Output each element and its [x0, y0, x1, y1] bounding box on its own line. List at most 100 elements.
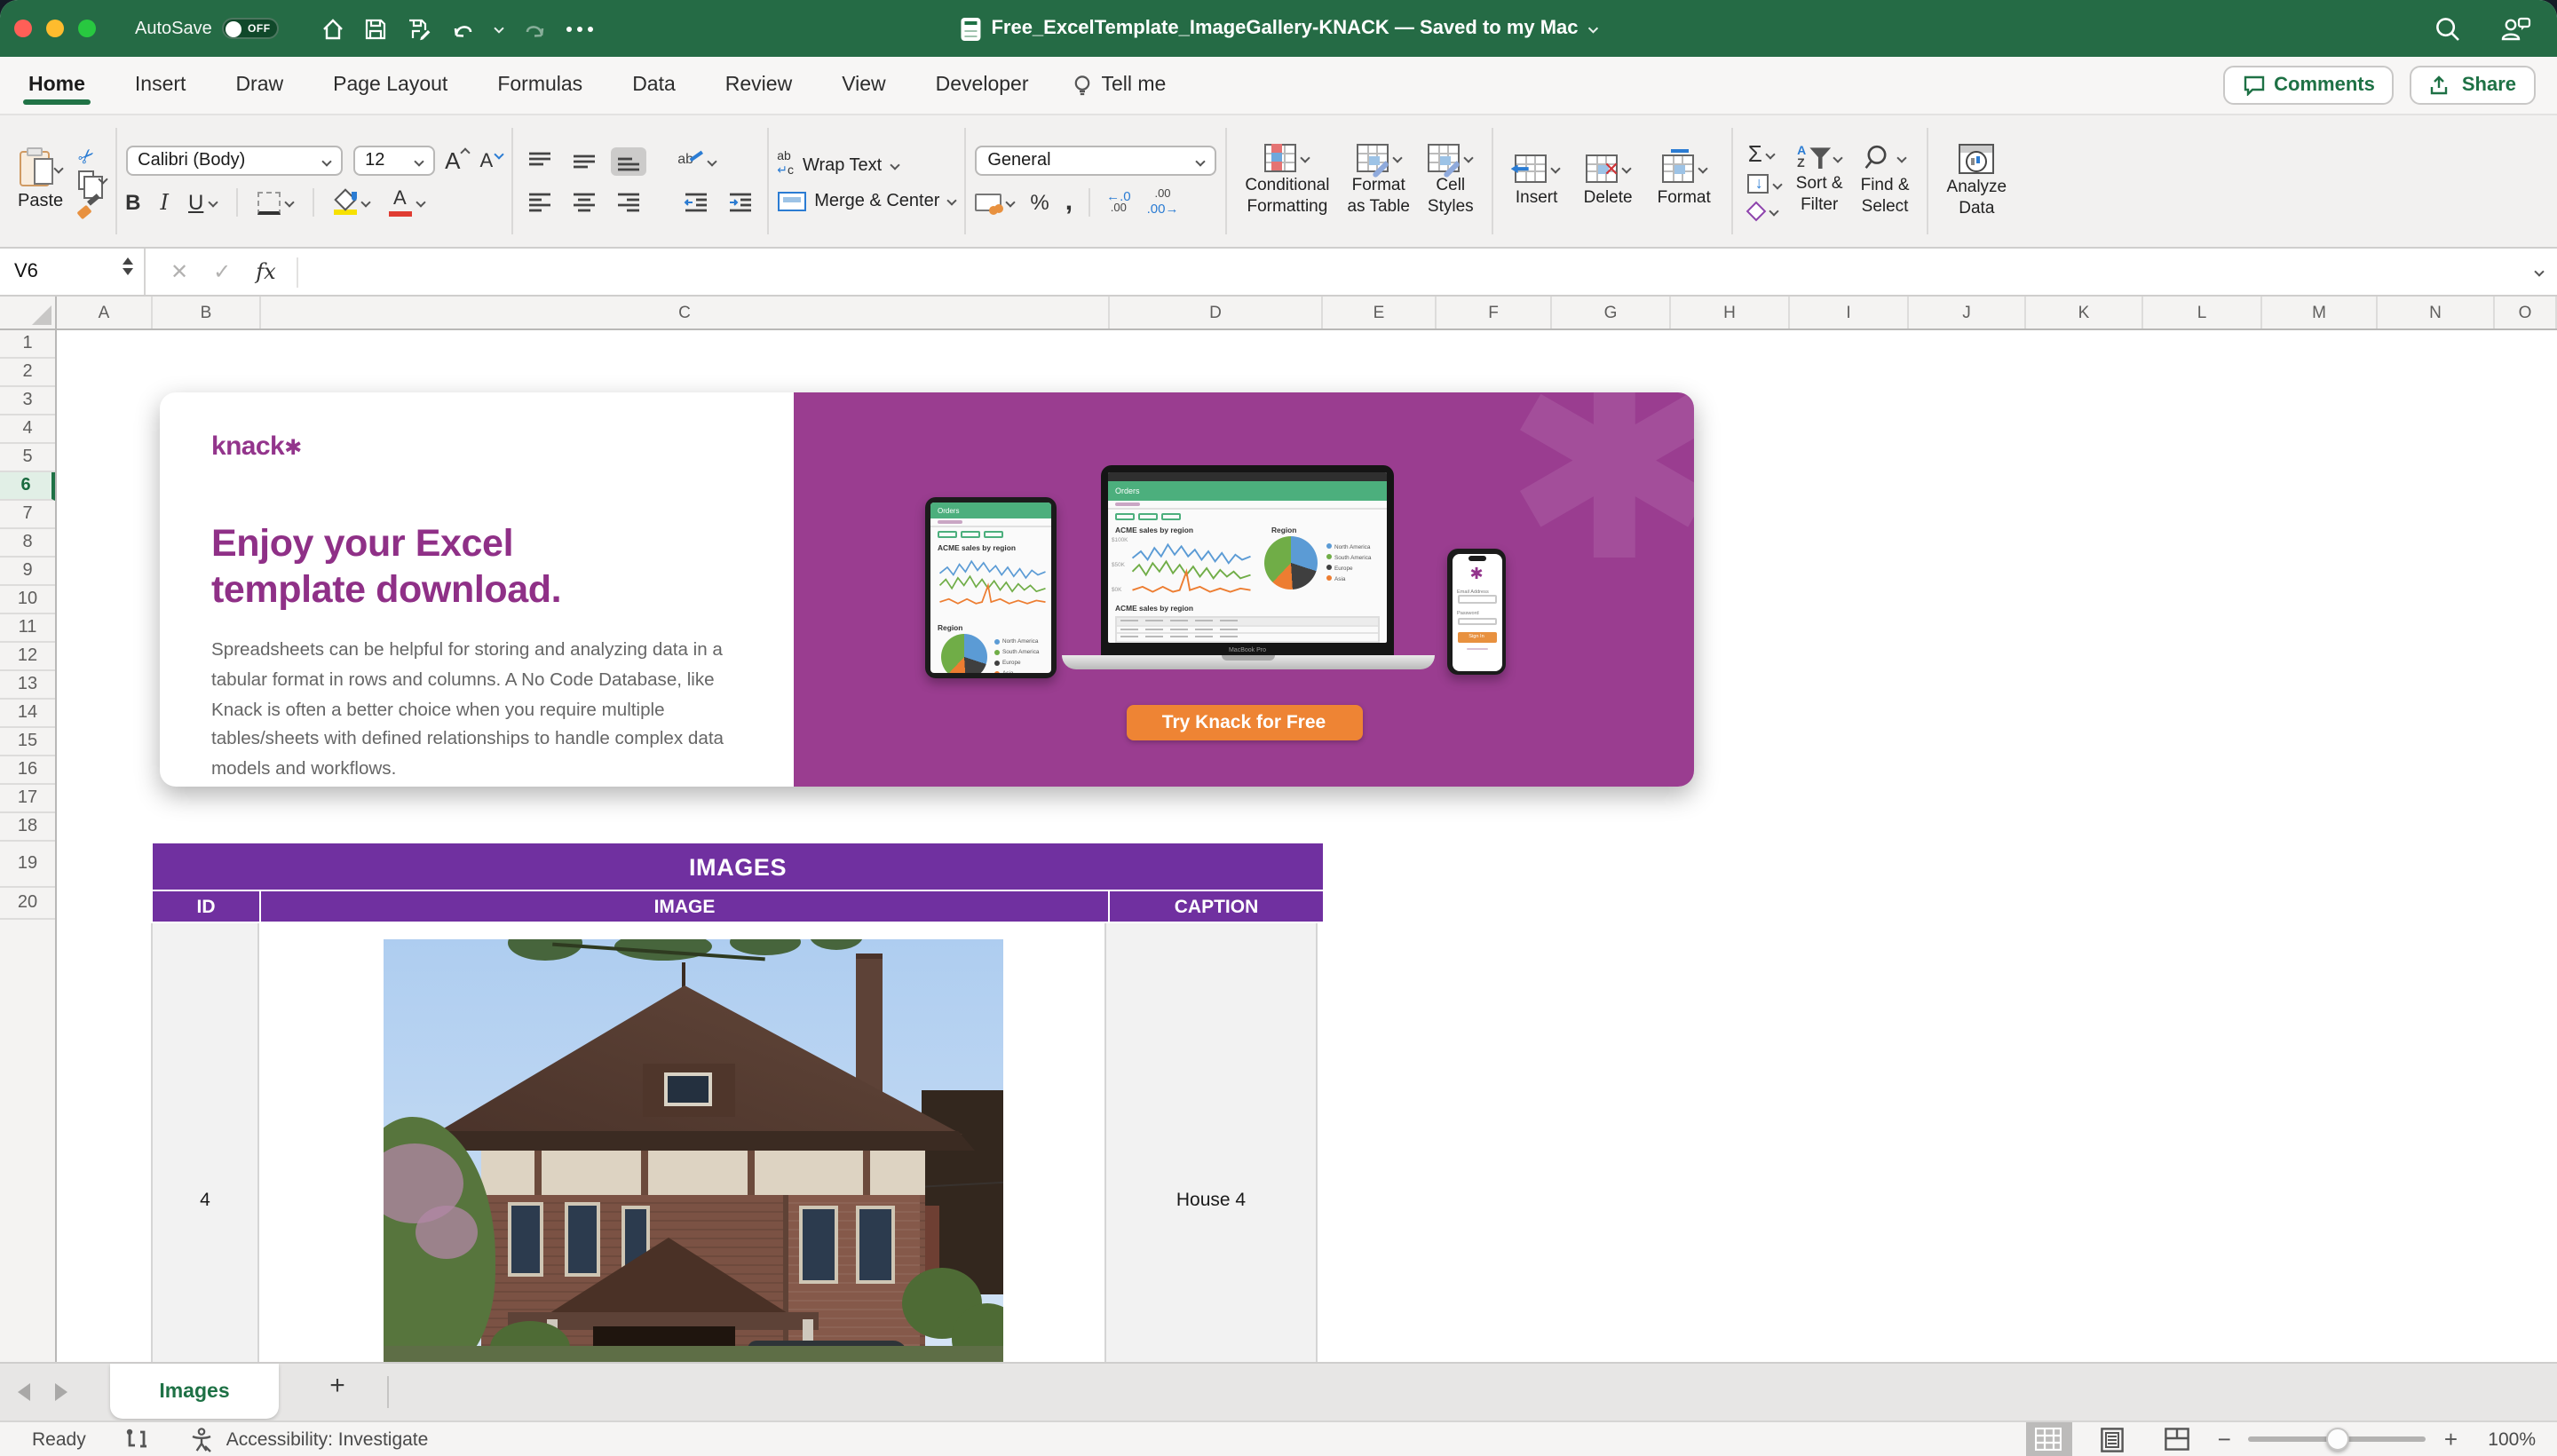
- cell-image[interactable]: [257, 923, 1106, 1362]
- align-left-button[interactable]: [521, 187, 557, 216]
- column-header-g[interactable]: G: [1552, 297, 1671, 328]
- tab-developer[interactable]: Developer: [934, 59, 1031, 112]
- close-window-button[interactable]: [14, 20, 32, 37]
- tab-data[interactable]: Data: [630, 59, 677, 112]
- confirm-entry-icon[interactable]: ✓: [213, 259, 231, 284]
- row-header-17[interactable]: 17: [0, 785, 55, 813]
- format-as-table-button[interactable]: Formatas Table: [1338, 144, 1418, 218]
- fill-color-icon[interactable]: [333, 191, 356, 214]
- zoom-level[interactable]: 100%: [2475, 1428, 2536, 1450]
- copy-icon[interactable]: [77, 170, 93, 189]
- fill-color-chevron[interactable]: [360, 197, 370, 207]
- accessibility-icon[interactable]: [189, 1427, 216, 1452]
- zoom-out-button[interactable]: −: [2218, 1428, 2231, 1451]
- zoom-slider-thumb[interactable]: [2327, 1428, 2350, 1451]
- tab-insert[interactable]: Insert: [133, 59, 188, 112]
- select-all-corner[interactable]: [0, 297, 57, 328]
- column-header-e[interactable]: E: [1323, 297, 1437, 328]
- cell-id[interactable]: 4: [151, 923, 259, 1362]
- search-icon[interactable]: [2434, 15, 2461, 42]
- column-header-a[interactable]: A: [57, 297, 153, 328]
- row-header-2[interactable]: 2: [0, 359, 55, 387]
- format-painter-icon[interactable]: [77, 196, 100, 219]
- column-header-h[interactable]: H: [1671, 297, 1790, 328]
- undo-icon[interactable]: [452, 17, 477, 40]
- increase-font-icon[interactable]: A: [445, 147, 469, 174]
- zoom-in-button[interactable]: +: [2444, 1428, 2458, 1451]
- row-header-11[interactable]: 11: [0, 614, 55, 643]
- share-button[interactable]: Share: [2411, 66, 2536, 105]
- column-header-d[interactable]: D: [1110, 297, 1323, 328]
- tab-view[interactable]: View: [840, 59, 887, 112]
- row-header-9[interactable]: 9: [0, 558, 55, 586]
- find-select-button[interactable]: Find &Select: [1852, 144, 1919, 218]
- column-header-b[interactable]: B: [153, 297, 261, 328]
- row-header-5[interactable]: 5: [0, 444, 55, 472]
- zoom-slider[interactable]: [2249, 1436, 2426, 1442]
- home-icon[interactable]: [322, 17, 345, 40]
- italic-button[interactable]: I: [161, 190, 170, 215]
- row-header-4[interactable]: 4: [0, 415, 55, 444]
- sheet-tab-images[interactable]: Images: [110, 1364, 279, 1419]
- row-header-10[interactable]: 10: [0, 586, 55, 614]
- name-box-stepper[interactable]: [123, 257, 133, 275]
- tab-formulas[interactable]: Formulas: [495, 59, 584, 112]
- clear-button[interactable]: [1748, 202, 1782, 220]
- decrease-indent-icon[interactable]: [677, 187, 713, 216]
- row-header-15[interactable]: 15: [0, 728, 55, 756]
- underline-chevron[interactable]: [208, 197, 218, 207]
- tab-review[interactable]: Review: [724, 59, 794, 112]
- analyze-data-button[interactable]: AnalyzeData: [1938, 143, 2016, 219]
- tab-draw[interactable]: Draw: [234, 59, 285, 112]
- column-header-c[interactable]: C: [261, 297, 1110, 328]
- font-color-icon[interactable]: A: [388, 189, 411, 216]
- align-center-button[interactable]: [566, 187, 601, 216]
- format-cells-button[interactable]: Format: [1645, 154, 1723, 209]
- fill-button[interactable]: [1748, 174, 1782, 194]
- orientation-icon[interactable]: ab: [677, 150, 702, 171]
- borders-chevron[interactable]: [284, 197, 294, 207]
- conditional-formatting-button[interactable]: ConditionalFormatting: [1236, 144, 1338, 218]
- page-break-view-button[interactable]: [2154, 1421, 2200, 1456]
- orientation-chevron[interactable]: [707, 155, 716, 165]
- row-header-18[interactable]: 18: [0, 813, 55, 842]
- borders-icon[interactable]: [257, 191, 280, 214]
- increase-indent-icon[interactable]: [722, 187, 757, 216]
- column-header-k[interactable]: K: [2026, 297, 2143, 328]
- name-box[interactable]: V6: [0, 249, 146, 295]
- font-name-select[interactable]: Calibri (Body): [125, 146, 342, 176]
- minimize-window-button[interactable]: [46, 20, 64, 37]
- save-as-icon[interactable]: [408, 17, 432, 40]
- page-layout-view-button[interactable]: [2090, 1421, 2136, 1456]
- zoom-window-button[interactable]: [78, 20, 96, 37]
- column-header-m[interactable]: M: [2262, 297, 2378, 328]
- delete-cells-button[interactable]: Delete: [1571, 154, 1645, 209]
- row-header-12[interactable]: 12: [0, 643, 55, 671]
- accessibility-status[interactable]: Accessibility: Investigate: [226, 1428, 429, 1450]
- paste-chevron[interactable]: [53, 163, 63, 173]
- column-header-f[interactable]: F: [1437, 297, 1552, 328]
- autosum-button[interactable]: Σ: [1748, 142, 1782, 165]
- comments-button[interactable]: Comments: [2222, 66, 2395, 105]
- font-color-chevron[interactable]: [416, 197, 425, 207]
- column-header-l[interactable]: L: [2143, 297, 2262, 328]
- row-header-3[interactable]: 3: [0, 387, 55, 415]
- align-bottom-button[interactable]: [610, 146, 645, 175]
- number-format-select[interactable]: General: [975, 146, 1216, 176]
- add-sheet-button[interactable]: +: [316, 1371, 359, 1401]
- decrease-font-icon[interactable]: A: [480, 150, 503, 171]
- row-header-13[interactable]: 13: [0, 671, 55, 700]
- align-middle-button[interactable]: [566, 146, 601, 175]
- tab-home[interactable]: Home: [27, 59, 87, 112]
- row-header-6-active[interactable]: 6: [0, 472, 55, 501]
- bold-button[interactable]: B: [125, 190, 140, 215]
- merge-center-button[interactable]: Merge & Center: [777, 191, 955, 210]
- cell-styles-button[interactable]: CellStyles: [1419, 144, 1483, 218]
- next-sheet-arrow[interactable]: [55, 1383, 67, 1401]
- try-knack-button[interactable]: Try Knack for Free: [1126, 705, 1362, 740]
- column-header-o[interactable]: O: [2495, 297, 2557, 328]
- column-header-n[interactable]: N: [2378, 297, 2495, 328]
- undo-menu-chevron[interactable]: [495, 23, 504, 33]
- comma-style-button[interactable]: ,: [1065, 196, 1073, 210]
- row-header-16[interactable]: 16: [0, 756, 55, 785]
